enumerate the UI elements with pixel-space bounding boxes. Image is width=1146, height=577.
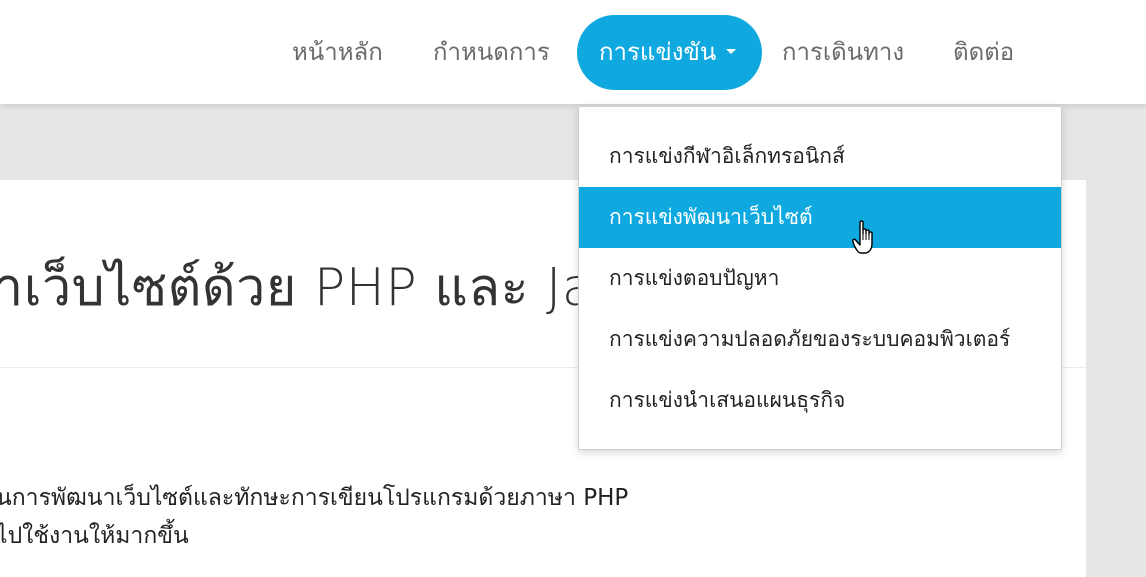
body-text-line-1: นการพัฒนาเว็บไซต์และทักษะการเขียนโปรแกรม…	[0, 485, 629, 511]
hand-pointer-icon	[852, 220, 882, 260]
nav-item-travel[interactable]: การเดินทาง	[782, 15, 904, 90]
page: าเว็บไซต์ด้วย PHP และ JavaS นการพัฒนาเว็…	[0, 0, 1146, 577]
body-text-line-2: ไปใช้งานให้มากขึ้น	[0, 523, 189, 549]
nav-item-competition[interactable]: การแข่งขัน	[577, 15, 763, 90]
nav-item-contact[interactable]: ติดต่อ	[953, 15, 1014, 90]
navbar: หน้าหลัก กำหนดการ การแข่งขัน การเดินทาง …	[0, 0, 1146, 104]
competition-dropdown-menu: การแข่งกีฬาอิเล็กทรอนิกส์ การแข่งพัฒนาเว…	[578, 106, 1062, 450]
dropdown-item-quiz[interactable]: การแข่งตอบปัญหา	[579, 248, 1061, 309]
caret-down-icon	[726, 49, 737, 54]
nav-item-home[interactable]: หน้าหลัก	[292, 15, 383, 90]
dropdown-item-cyber-security[interactable]: การแข่งความปลอดภัยของระบบคอมพิวเตอร์	[579, 309, 1061, 370]
dropdown-item-esports[interactable]: การแข่งกีฬาอิเล็กทรอนิกส์	[579, 126, 1061, 187]
dropdown-item-business-plan[interactable]: การแข่งนำเสนอแผนธุรกิจ	[579, 370, 1061, 431]
nav-item-schedule[interactable]: กำหนดการ	[433, 15, 550, 90]
nav-item-competition-label: การแข่งขัน	[599, 38, 717, 66]
dropdown-item-web-development[interactable]: การแข่งพัฒนาเว็บไซต์	[579, 187, 1061, 248]
